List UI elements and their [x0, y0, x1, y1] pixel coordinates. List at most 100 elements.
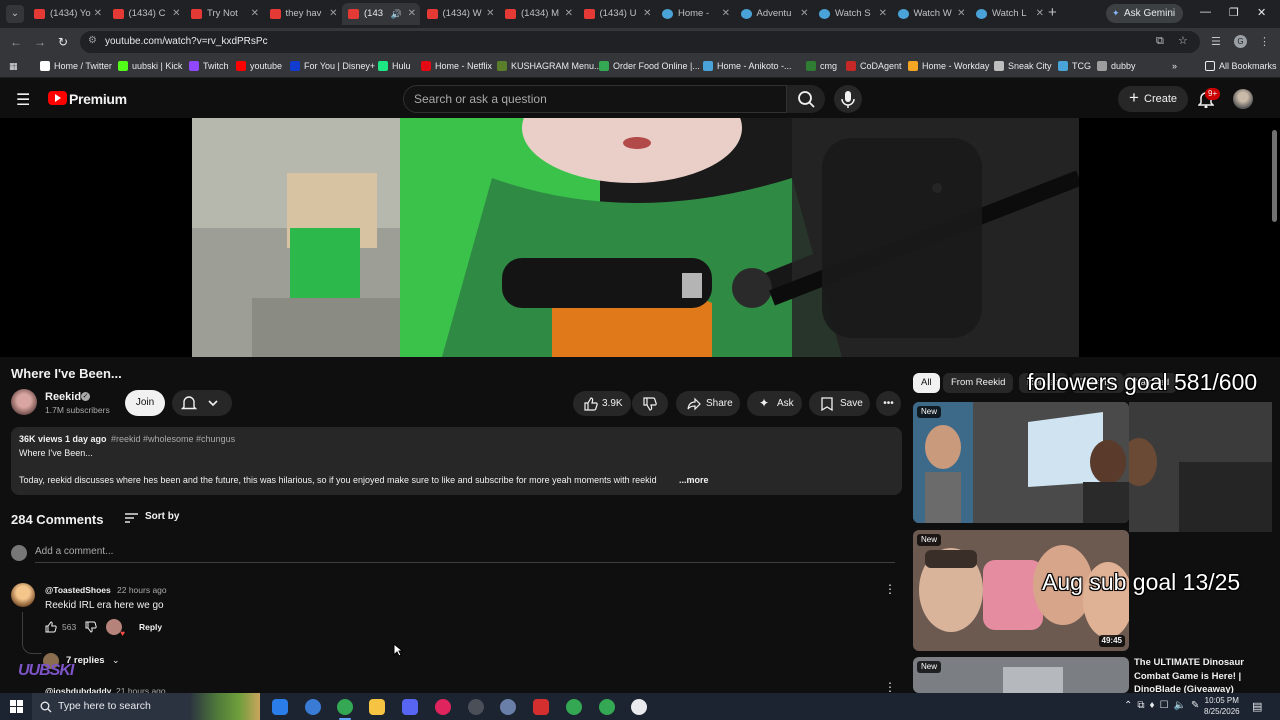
close-tab-icon[interactable]: ✕ [408, 3, 416, 25]
close-tab-icon[interactable]: ✕ [643, 3, 651, 25]
system-tray-icons[interactable]: ⌃⧉♦☐🔈✎ [1124, 700, 1204, 711]
bookmark-item[interactable]: uubski | Kick [118, 61, 182, 71]
comment-menu-icon[interactable]: ⋮ [884, 680, 896, 694]
bookmark-item[interactable]: For You | Disney+ [290, 61, 375, 71]
windows-start-icon[interactable] [10, 700, 23, 713]
comment-time[interactable]: 22 hours ago [117, 585, 167, 595]
share-button[interactable]: Share [676, 391, 740, 416]
bookmark-item[interactable]: Home - Anikoto -... [703, 61, 792, 71]
browser-tab[interactable]: Try Not ✕ [185, 3, 263, 25]
youtube-logo-icon[interactable] [48, 91, 67, 105]
profile-avatar-icon[interactable]: G [1234, 35, 1247, 48]
bookmark-item[interactable]: Home - Netflix [421, 61, 492, 71]
like-button[interactable]: 3.9K [573, 391, 631, 416]
browser-tab[interactable]: they hav ✕ [264, 3, 342, 25]
comment-menu-icon[interactable]: ⋮ [884, 582, 896, 596]
browser-tab[interactable]: (1434) Yo ✕ [28, 3, 106, 25]
app-icon[interactable] [468, 699, 484, 715]
close-tab-icon[interactable]: ✕ [251, 3, 259, 25]
taskbar-search-input[interactable]: Type here to search [32, 693, 260, 720]
add-comment-input[interactable]: Add a comment... [35, 546, 895, 563]
browser-tab[interactable]: Watch W ✕ [892, 3, 970, 25]
site-info-icon[interactable]: ⚙ [88, 35, 97, 46]
media-player-icon[interactable] [435, 699, 451, 715]
close-tab-icon[interactable]: ✕ [172, 3, 180, 25]
reading-list-icon[interactable]: ☰ [1211, 35, 1221, 48]
comment-like-icon[interactable] [45, 621, 57, 633]
reload-icon[interactable]: ↻ [58, 35, 68, 49]
bookmark-item[interactable]: Twitch [189, 61, 229, 71]
close-tab-icon[interactable]: ✕ [94, 3, 102, 25]
bookmark-item[interactable]: Order Food Online |... [599, 61, 700, 71]
menu-icon[interactable]: ☰ [16, 90, 30, 110]
ask-button[interactable]: ✦ Ask [747, 391, 802, 416]
comment-dislike-icon[interactable] [85, 621, 97, 633]
install-app-icon[interactable]: ⧉ [1156, 35, 1164, 48]
chrome-profile-icon[interactable] [599, 699, 615, 715]
bookmark-item[interactable]: Home / Twitter [40, 61, 112, 71]
video-description[interactable]: 36K views 1 day ago #reekid #wholesome #… [11, 427, 902, 495]
comment-author-avatar[interactable] [11, 583, 35, 607]
bookmark-item[interactable]: cmg [806, 61, 837, 71]
address-bar[interactable]: ⚙ youtube.com/watch?v=rv_kxdPRsPc ⧉ ☆ [80, 31, 1200, 53]
close-tab-icon[interactable]: ✕ [800, 3, 808, 25]
description-more-link[interactable]: ...more [679, 475, 709, 485]
bookmark-item[interactable]: Home - Workday [908, 61, 989, 71]
clock-app-icon[interactable] [631, 699, 647, 715]
join-button[interactable]: Join [125, 390, 165, 416]
browser-tab[interactable]: (1434) C ✕ [107, 3, 185, 25]
comment-author[interactable]: @ToastedShoes [45, 585, 111, 595]
bookmark-item[interactable]: TCG [1058, 61, 1091, 71]
chrome-menu-icon[interactable]: ⋮ [1259, 35, 1270, 48]
browser-tab[interactable]: (1434) M ✕ [499, 3, 577, 25]
dislike-button[interactable] [632, 391, 668, 416]
chevron-down-icon[interactable]: ⌄ [112, 655, 120, 666]
save-button[interactable]: Save [809, 391, 870, 416]
chrome-profile-icon[interactable] [566, 699, 582, 715]
create-button[interactable]: Create [1118, 85, 1188, 112]
back-icon[interactable]: ← [10, 35, 22, 49]
related-video-title[interactable]: The ULTIMATE Dinosaur Combat Game is Her… [1134, 656, 1274, 697]
ask-gemini-button[interactable]: Ask Gemini [1106, 4, 1184, 23]
browser-tab[interactable]: (1434) U ✕ [578, 3, 656, 25]
taskbar-clock[interactable]: 10:05 PM 8/25/2026 [1204, 696, 1240, 717]
tab-search-chevron-icon[interactable]: ⌄ [6, 5, 24, 23]
tab-audio-icon[interactable]: 🔊 [391, 3, 402, 25]
filter-chip[interactable]: All [913, 373, 940, 393]
video-frame[interactable] [192, 118, 1079, 357]
game-controller-icon[interactable] [402, 699, 418, 715]
close-tab-icon[interactable]: ✕ [329, 3, 337, 25]
related-video-thumbnail[interactable]: New [913, 402, 1129, 523]
browser-tab[interactable]: (143 ✕ 🔊 [342, 3, 420, 25]
more-actions-button[interactable]: ••• [876, 391, 901, 416]
task-view-icon[interactable] [272, 699, 288, 715]
all-bookmarks-folder[interactable]: All Bookmarks [1205, 61, 1277, 71]
restore-icon[interactable]: ❐ [1229, 6, 1239, 19]
browser-tab[interactable]: (1434) W ✕ [421, 3, 499, 25]
browser-tab[interactable]: Home - ✕ [656, 3, 734, 25]
video-player[interactable] [0, 118, 1280, 357]
voice-search-button[interactable] [834, 85, 862, 113]
minimize-icon[interactable]: — [1200, 6, 1211, 18]
search-button[interactable] [787, 85, 825, 113]
forward-icon[interactable]: → [34, 35, 46, 49]
chrome-browser-icon[interactable] [337, 699, 353, 720]
filter-chip[interactable]: From Reekid [943, 373, 1014, 393]
new-tab-button[interactable]: + [1048, 4, 1057, 21]
close-tab-icon[interactable]: ✕ [879, 3, 887, 25]
bookmark-item[interactable]: KUSHAGRAM Menu... [497, 61, 602, 71]
file-explorer-icon[interactable] [369, 699, 385, 715]
browser-tab[interactable]: Adventu ✕ [735, 3, 813, 25]
bookmark-item[interactable]: CoDAgent [846, 61, 902, 71]
browser-tab[interactable]: Watch S ✕ [813, 3, 891, 25]
related-video-thumbnail[interactable]: New [913, 657, 1129, 693]
close-tab-icon[interactable]: ✕ [957, 3, 965, 25]
sort-by-button[interactable]: Sort by [125, 511, 179, 522]
youtube-brand[interactable]: Premium [69, 91, 127, 107]
channel-avatar[interactable] [11, 389, 37, 415]
bookmark-item[interactable]: Hulu [378, 61, 411, 71]
bookmark-item[interactable]: dubby [1097, 61, 1136, 71]
bookmark-item[interactable]: Sneak City [994, 61, 1052, 71]
edge-browser-icon[interactable] [305, 699, 321, 715]
close-tab-icon[interactable]: ✕ [1036, 3, 1044, 25]
